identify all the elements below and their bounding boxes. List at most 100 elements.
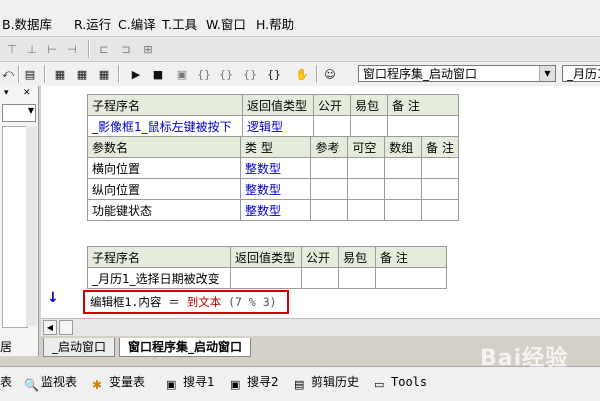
scroll-left-icon[interactable]: ◀	[43, 320, 57, 335]
event-combo[interactable]: _月历1	[562, 65, 600, 82]
subroutine-name-cell[interactable]: _影像框1_鼠标左键被按下	[87, 115, 243, 137]
chevron-down-icon[interactable]: ▼	[28, 106, 34, 115]
step-over-icon[interactable]: {}	[218, 66, 234, 82]
subroutine-table-1: 子程序名 返回值类型 公开 易包 备 注 _影像框1_鼠标左键被按下 逻辑型	[87, 94, 459, 137]
menu-help[interactable]: H.帮助	[256, 14, 294, 33]
param-type-cell[interactable]: 整数型	[240, 178, 312, 200]
subroutine-name-cell[interactable]: _月历1_选择日期被改变	[87, 267, 231, 289]
param-name-cell[interactable]: 横向位置	[86, 157, 242, 179]
tab-label: 搜寻2	[247, 375, 279, 389]
object-combo-value: 窗口程序集_启动窗口	[363, 67, 478, 81]
tab-watch[interactable]: 🔍 监视表	[24, 372, 77, 392]
same-width-icon[interactable]: ⊏	[96, 41, 112, 57]
event-combo-value: _月历1	[567, 67, 600, 81]
align-top-icon[interactable]: ⊤	[4, 41, 20, 57]
col-header: 备 注	[387, 94, 459, 116]
run-icon[interactable]: ▶	[128, 66, 144, 82]
align-left-icon[interactable]: ⊣	[64, 41, 80, 57]
people-icon[interactable]: ☺	[322, 66, 338, 82]
panel-scrollbar[interactable]	[26, 126, 37, 326]
return-type-cell[interactable]: 逻辑型	[242, 115, 314, 137]
param-array-cell[interactable]	[384, 199, 423, 221]
col-header: 备 注	[375, 246, 447, 268]
tab-table[interactable]: 表	[0, 372, 12, 392]
menu-tools[interactable]: T.工具	[162, 14, 197, 33]
panel-combo[interactable]: ▼	[2, 104, 36, 122]
param-ref-cell[interactable]	[310, 157, 349, 179]
same-height-icon[interactable]: ⊐	[118, 41, 134, 57]
return-type-cell[interactable]	[230, 267, 302, 289]
code-line-highlighted[interactable]: 编辑框1.内容 ＝ 到文本 (7 % 3)	[83, 290, 289, 314]
tab-startup-window[interactable]: _启动窗口	[43, 338, 116, 357]
undo-icon[interactable]: ⤺	[0, 66, 16, 82]
note-cell[interactable]	[375, 267, 447, 289]
tab-search1[interactable]: ▣ 搜寻1	[166, 372, 215, 392]
subroutine-table-2: 子程序名 返回值类型 公开 易包 备 注 _月历1_选择日期被改变	[87, 246, 447, 289]
separator	[88, 40, 90, 58]
step-icon[interactable]: ▣	[174, 66, 190, 82]
menu-database[interactable]: B.数据库	[2, 14, 52, 33]
param-type-cell[interactable]: 整数型	[240, 157, 312, 179]
tab-label: 剪辑历史	[311, 375, 360, 389]
editor-gutter: ↓	[41, 86, 69, 318]
same-size-icon[interactable]: ⊞	[140, 41, 156, 57]
public-cell[interactable]	[301, 267, 339, 289]
main-toolbar: ⤺ ▤ ▦ ▦ ▦ ▶ ■ ▣ {} {} {} {} ✋ ☺ 窗口程序集_启动…	[0, 62, 600, 87]
param-ref-cell[interactable]	[310, 199, 349, 221]
align-bottom-icon[interactable]: ⊢	[44, 41, 60, 57]
panel-list[interactable]	[2, 126, 28, 328]
param-nullable-cell[interactable]	[347, 157, 386, 179]
tab-label: 搜寻1	[183, 375, 215, 389]
chevron-down-icon[interactable]: ▼	[539, 66, 555, 81]
menu-compile[interactable]: C.编译	[118, 14, 156, 33]
easy-package-cell[interactable]	[338, 267, 376, 289]
pin-icon[interactable]: ▾	[4, 88, 9, 98]
col-header: 类 型	[240, 136, 312, 158]
menu-run[interactable]: R.运行	[74, 14, 111, 33]
run-to-cursor-icon[interactable]: {}	[266, 66, 282, 82]
col-header: 参数名	[86, 136, 242, 158]
param-array-cell[interactable]	[384, 157, 423, 179]
align-middle-icon[interactable]: ⊥	[24, 41, 40, 57]
separator	[44, 65, 46, 83]
layout-1-icon[interactable]: ▦	[52, 66, 68, 82]
step-into-icon[interactable]: {}	[196, 66, 212, 82]
easy-package-cell[interactable]	[350, 115, 388, 137]
hand-icon[interactable]: ✋	[294, 66, 310, 82]
step-out-icon[interactable]: {}	[242, 66, 258, 82]
code-function: 到文本	[186, 295, 222, 309]
tab-tools[interactable]: ▭ Tools	[374, 372, 427, 392]
param-ref-cell[interactable]	[310, 178, 349, 200]
layout-3-icon[interactable]: ▦	[96, 66, 112, 82]
col-header: 易包	[338, 246, 376, 268]
tab-search2[interactable]: ▣ 搜寻2	[230, 372, 279, 392]
param-type-cell[interactable]: 整数型	[240, 199, 312, 221]
tab-clip-history[interactable]: ▤ 剪辑历史	[294, 372, 359, 392]
separator	[316, 65, 318, 83]
tab-label: 表	[0, 375, 13, 389]
code-target: 编辑框1.内容 ＝	[90, 295, 187, 309]
param-note-cell[interactable]	[421, 178, 459, 200]
search-icon: ▣	[230, 378, 241, 391]
param-name-cell[interactable]: 纵向位置	[86, 178, 242, 200]
param-nullable-cell[interactable]	[347, 199, 386, 221]
col-header: 返回值类型	[242, 94, 314, 116]
param-nullable-cell[interactable]	[347, 178, 386, 200]
properties-icon[interactable]: ▤	[22, 66, 38, 82]
layout-2-icon[interactable]: ▦	[74, 66, 90, 82]
scroll-thumb[interactable]	[59, 320, 73, 335]
horizontal-scrollbar[interactable]: ◀	[41, 318, 600, 336]
tab-window-assembly[interactable]: 窗口程序集_启动窗口	[119, 338, 252, 357]
menu-window[interactable]: W.窗口	[206, 14, 246, 33]
tab-variables[interactable]: ✱ 变量表	[92, 372, 145, 392]
param-note-cell[interactable]	[421, 157, 459, 179]
stop-icon[interactable]: ■	[150, 66, 166, 82]
param-note-cell[interactable]	[421, 199, 459, 221]
object-combo[interactable]: 窗口程序集_启动窗口 ▼	[358, 65, 556, 82]
note-cell[interactable]	[387, 115, 459, 137]
col-header: 易包	[350, 94, 388, 116]
param-name-cell[interactable]: 功能键状态	[86, 199, 242, 221]
param-array-cell[interactable]	[384, 178, 423, 200]
close-icon[interactable]: ✕	[23, 88, 31, 98]
public-cell[interactable]	[313, 115, 351, 137]
